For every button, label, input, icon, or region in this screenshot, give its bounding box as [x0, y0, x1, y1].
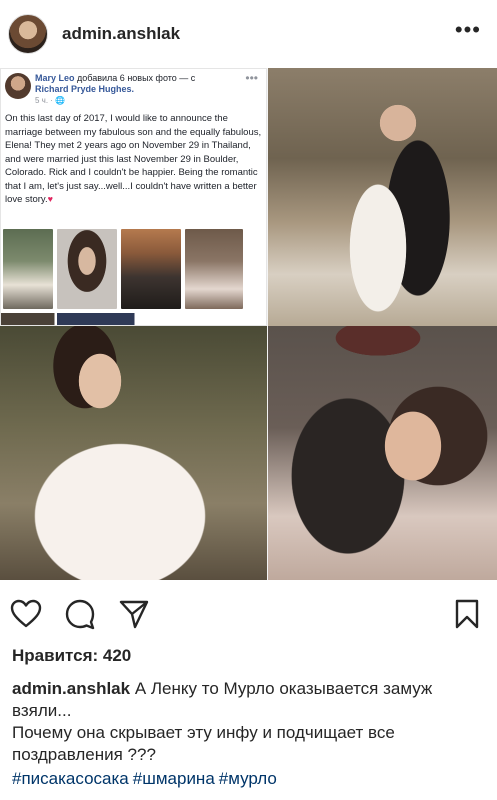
- photo-couple-woods: [268, 68, 497, 326]
- fb-timestamp: 5 ч. · 🌐: [35, 96, 66, 105]
- save-button[interactable]: [449, 596, 485, 632]
- post-caption: admin.anshlak А Ленку то Мурло оказывает…: [12, 678, 490, 766]
- photo-bride-dress: [0, 326, 267, 580]
- fb-author: Mary Leo: [35, 73, 75, 83]
- fb-thumbnail: [121, 229, 181, 309]
- facebook-post-screenshot: Mary Leo добавила 6 новых фото — с Richa…: [0, 68, 267, 326]
- fb-added-text: добавила 6 новых фото — с: [77, 73, 196, 83]
- fb-photo-thumbnails: [1, 229, 266, 311]
- heart-icon: [10, 599, 42, 628]
- fb-more-icon: •••: [245, 71, 258, 85]
- fb-tagged: Richard Pryde Hughes.: [35, 84, 135, 94]
- red-heart-icon: ♥: [47, 194, 53, 204]
- photo-couple-hug: [268, 326, 497, 580]
- post-image[interactable]: Mary Leo добавила 6 новых фото — с Richa…: [0, 68, 497, 580]
- caption-username[interactable]: admin.anshlak: [12, 679, 130, 698]
- hashtag-link[interactable]: #писакасосака: [12, 769, 129, 788]
- share-button[interactable]: [116, 596, 152, 632]
- fb-post-header: Mary Leo добавила 6 новых фото — с Richa…: [35, 73, 235, 95]
- fb-thumbnail: [185, 229, 243, 309]
- more-dots-icon[interactable]: •••: [455, 19, 481, 41]
- hashtag-link[interactable]: #мурло: [219, 769, 277, 788]
- action-bar: [0, 588, 497, 638]
- fb-avatar: [5, 73, 31, 99]
- fb-thumbnail: [3, 229, 53, 309]
- like-button[interactable]: [8, 596, 44, 632]
- comment-button[interactable]: [62, 596, 98, 632]
- caption-line-2: Почему она скрывает эту инфу и подчищает…: [12, 723, 395, 764]
- comment-icon: [65, 599, 95, 630]
- fb-post-body: On this last day of 2017, I would like t…: [5, 113, 262, 205]
- caption-line-1: admin.anshlak А Ленку то Мурло оказывает…: [12, 678, 490, 722]
- avatar[interactable]: [8, 14, 48, 54]
- likes-count[interactable]: Нравится: 420: [12, 646, 131, 666]
- post-username[interactable]: admin.anshlak: [62, 24, 180, 44]
- fb-post-text: On this last day of 2017, I would like t…: [5, 112, 263, 207]
- fb-thumbnail: [57, 229, 117, 309]
- share-icon: [119, 600, 149, 629]
- hashtag-link[interactable]: #шмарина: [133, 769, 215, 788]
- post-header: admin.anshlak •••: [0, 0, 497, 68]
- bookmark-icon: [455, 599, 479, 629]
- hashtags: #писакасосака #шмарина #мурло: [12, 769, 281, 789]
- fb-thumbnail-strip: [1, 313, 266, 325]
